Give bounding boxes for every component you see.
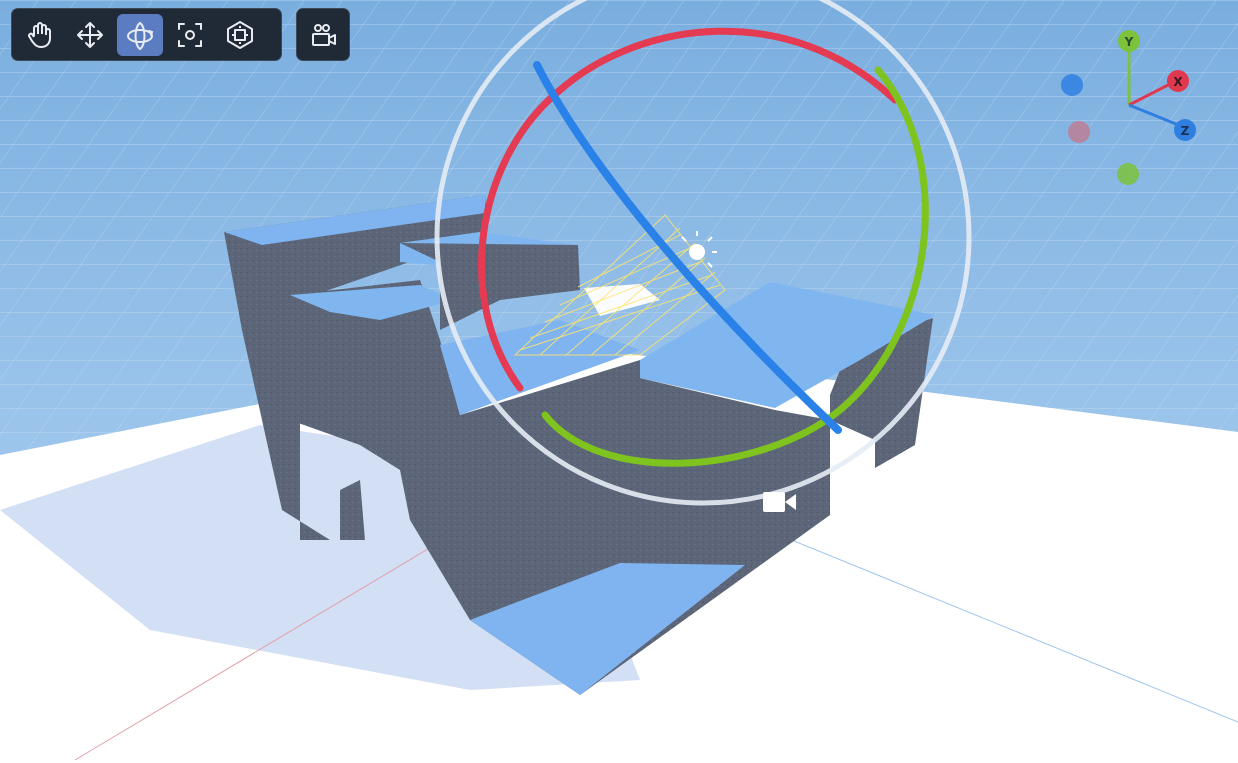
camera-view-button[interactable] [302, 14, 344, 56]
focus-frame-icon [178, 22, 202, 47]
axis-y-label: Y [1124, 35, 1134, 49]
axis-neg-y-handle[interactable] [1117, 163, 1139, 185]
frame-tool-button[interactable] [167, 14, 213, 56]
orbit-icon [127, 21, 154, 50]
orbit-tool-button[interactable] [117, 13, 163, 56]
move-tool-button[interactable] [67, 14, 113, 56]
3d-viewport[interactable]: Y X Z [0, 0, 1238, 763]
move-arrows-icon [77, 21, 103, 48]
axis-x-label: X [1173, 75, 1183, 89]
tool-toolbar [11, 8, 282, 61]
camera-person-icon [312, 23, 336, 46]
fit-view-tool-button[interactable] [217, 14, 263, 56]
fit-view-icon [227, 20, 253, 49]
pan-tool-button[interactable] [17, 14, 63, 56]
axis-neg-z-handle[interactable] [1061, 74, 1083, 96]
axis-z-label: Z [1181, 124, 1190, 138]
hand-icon [28, 21, 51, 48]
camera-toolbar [296, 8, 350, 61]
axis-neg-x-handle[interactable] [1068, 121, 1090, 143]
